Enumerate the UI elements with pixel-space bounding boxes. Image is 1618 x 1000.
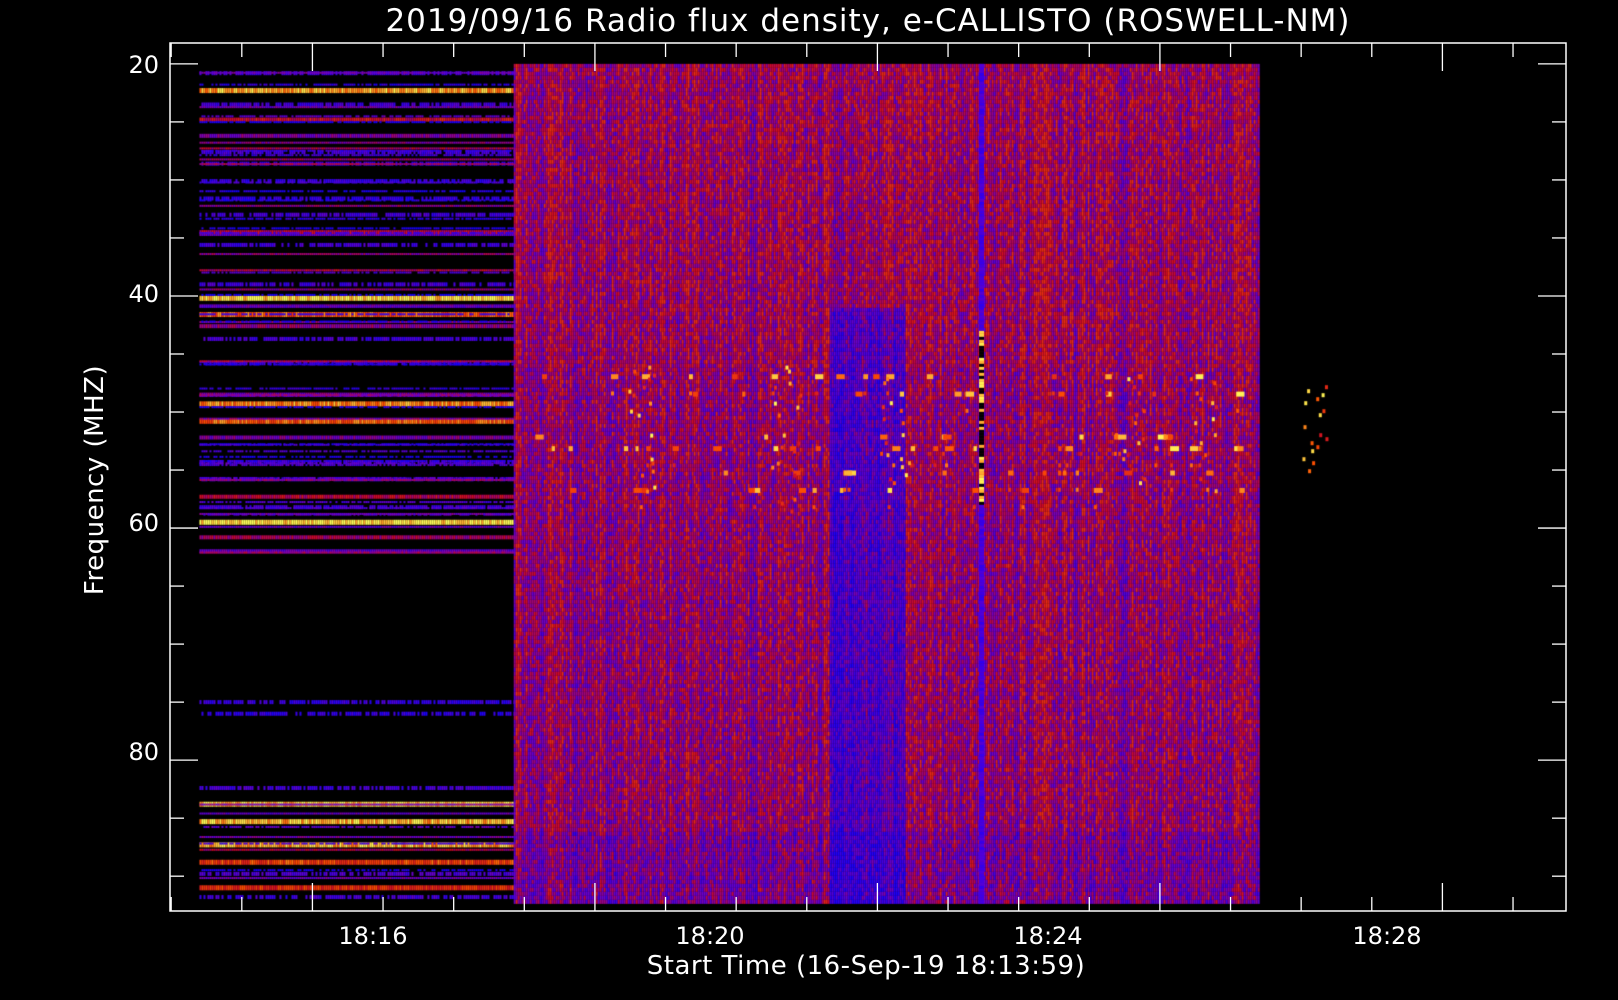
x-tick-label: 18:20 (675, 922, 744, 950)
spectrogram-chart: 2019/09/16 Radio flux density, e-CALLIST… (0, 0, 1618, 1000)
x-tick-label: 18:16 (338, 922, 407, 950)
y-tick-label: 20 (128, 51, 159, 79)
y-axis-label: Frequency (MHZ) (80, 365, 110, 595)
y-tick-label: 60 (128, 509, 159, 537)
x-axis-label: Start Time (16-Sep-19 18:13:59) (647, 951, 1085, 981)
heatmap (0, 0, 1618, 1000)
y-tick-label: 80 (128, 738, 159, 766)
x-tick-label: 18:28 (1352, 922, 1421, 950)
y-tick-label: 40 (128, 280, 159, 308)
heatmap-raster (0, 0, 1618, 1000)
x-tick-label: 18:24 (1013, 922, 1082, 950)
chart-title: 2019/09/16 Radio flux density, e-CALLIST… (385, 3, 1350, 39)
